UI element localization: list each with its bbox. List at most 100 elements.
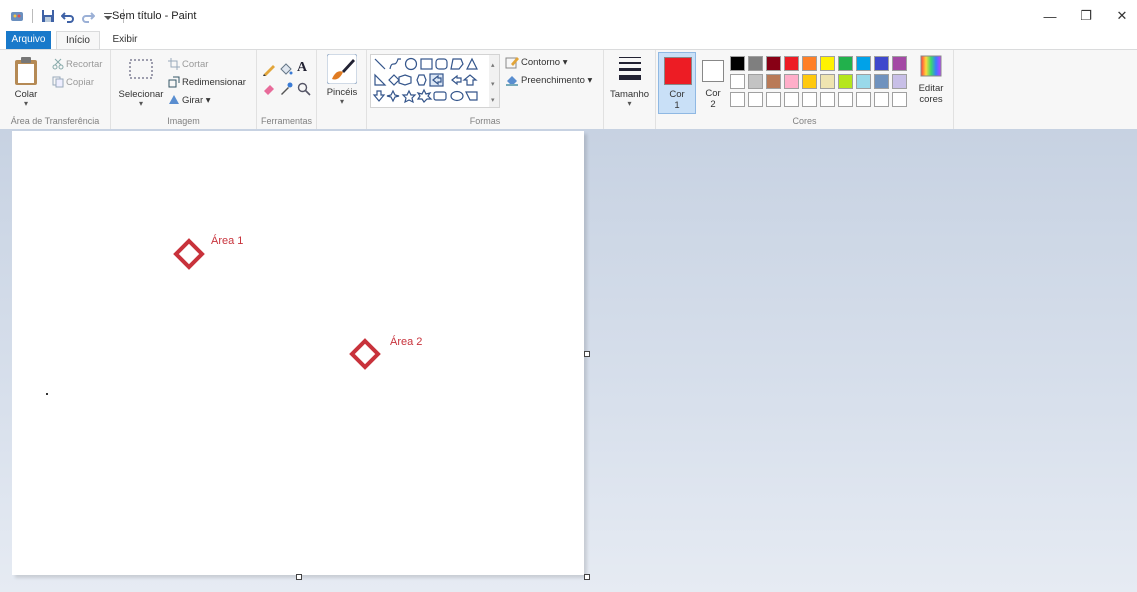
palette-color-swatch[interactable]: [748, 74, 763, 89]
edit-colors-label-1: Editar: [918, 83, 944, 94]
window-title: Sem título - Paint: [112, 10, 197, 22]
clipboard-icon: [15, 57, 37, 85]
color1-label: Cor: [669, 89, 685, 100]
palette-color-swatch[interactable]: [874, 74, 889, 89]
resize-handle-right[interactable]: [584, 351, 590, 357]
redo-icon[interactable]: [81, 9, 95, 23]
palette-empty-slot[interactable]: [856, 92, 871, 107]
ribbon-tabs: Arquivo Início Exibir ︿ ?: [0, 31, 1137, 79]
palette-color-swatch[interactable]: [730, 56, 745, 71]
paint-app-icon[interactable]: [10, 9, 24, 23]
color2-number: 2: [710, 99, 716, 110]
resize-button[interactable]: Redimensionar: [182, 77, 246, 88]
palette-empty-slot[interactable]: [892, 92, 907, 107]
scissors-icon: [52, 58, 64, 73]
color-palette: [730, 56, 910, 112]
eraser-icon[interactable]: [262, 82, 276, 99]
palette-color-swatch[interactable]: [838, 74, 853, 89]
palette-color-swatch[interactable]: [874, 56, 889, 71]
clipboard-group-label: Área de Transferência: [10, 116, 100, 126]
pencil-icon[interactable]: [262, 62, 276, 79]
palette-color-swatch[interactable]: [784, 56, 799, 71]
palette-empty-slot[interactable]: [802, 92, 817, 107]
palette-color-swatch[interactable]: [766, 74, 781, 89]
chevron-down-icon: ▾: [23, 99, 28, 108]
palette-color-swatch[interactable]: [856, 74, 871, 89]
save-icon[interactable]: [41, 9, 55, 23]
rotate-button[interactable]: Girar ▾: [182, 95, 211, 106]
tools-group-label: Ferramentas: [260, 116, 313, 126]
palette-color-swatch[interactable]: [802, 56, 817, 71]
color2-label: Cor: [705, 88, 721, 99]
palette-empty-slot[interactable]: [874, 92, 889, 107]
drawing-canvas[interactable]: [12, 131, 584, 575]
palette-empty-slot[interactable]: [748, 92, 763, 107]
select-button[interactable]: Selecionar ▾: [115, 54, 167, 110]
shapes-gallery: ▴ ▾ ▾: [370, 54, 500, 108]
palette-color-swatch[interactable]: [856, 56, 871, 71]
qat-separator: [32, 9, 33, 23]
outline-icon: [505, 55, 519, 72]
close-button[interactable]: ✕: [1104, 4, 1137, 28]
copy-icon: [52, 76, 64, 91]
color2-swatch: [702, 60, 724, 82]
palette-color-swatch[interactable]: [838, 56, 853, 71]
line-width-icon: [618, 57, 641, 80]
undo-icon[interactable]: [61, 9, 75, 23]
palette-color-swatch[interactable]: [892, 56, 907, 71]
restore-button[interactable]: ❐: [1068, 4, 1104, 28]
resize-handle-corner[interactable]: [584, 574, 590, 580]
palette-empty-slot[interactable]: [838, 92, 853, 107]
title-bar: Sem título - Paint — ❐ ✕: [0, 0, 1137, 30]
selection-icon: [129, 59, 153, 79]
size-button[interactable]: Tamanho ▾: [607, 54, 652, 114]
crop-icon: [168, 58, 180, 73]
palette-color-swatch[interactable]: [730, 74, 745, 89]
paste-button[interactable]: Colar ▾: [6, 54, 46, 110]
diamond-marker-2: [349, 338, 381, 370]
color1-swatch: [664, 57, 692, 85]
ribbon: Colar ▾ Recortar Copiar Área de Transfer…: [0, 49, 1137, 130]
outline-dropdown[interactable]: Contorno ▾: [521, 57, 568, 68]
edit-colors-label-2: cores: [919, 94, 943, 105]
tools-group: A Ferramentas: [257, 50, 317, 129]
palette-empty-slot[interactable]: [766, 92, 781, 107]
fill-dropdown[interactable]: Preenchimento ▾: [521, 75, 592, 86]
tab-file[interactable]: Arquivo: [6, 31, 51, 49]
edit-colors-button[interactable]: Editar cores: [912, 54, 950, 114]
palette-color-swatch[interactable]: [820, 56, 835, 71]
clipboard-group: Colar ▾ Recortar Copiar Área de Transfer…: [0, 50, 111, 129]
palette-color-swatch[interactable]: [820, 74, 835, 89]
fill-bucket-icon[interactable]: [279, 62, 293, 79]
tab-home[interactable]: Início: [56, 31, 100, 50]
canvas-dot: [46, 393, 48, 395]
copy-button[interactable]: Copiar: [66, 77, 94, 88]
palette-color-swatch[interactable]: [892, 74, 907, 89]
shapes-group: ▴ ▾ ▾ Contorno ▾ Preenchimento ▾ Formas: [367, 50, 604, 129]
colors-group-label: Cores: [792, 116, 817, 126]
palette-empty-slot[interactable]: [820, 92, 835, 107]
color2-button[interactable]: Cor 2: [698, 52, 732, 114]
palette-empty-slot[interactable]: [784, 92, 799, 107]
magnifier-icon[interactable]: [297, 82, 311, 99]
palette-color-swatch[interactable]: [748, 56, 763, 71]
color1-button[interactable]: Cor 1: [658, 52, 696, 114]
resize-handle-bottom[interactable]: [296, 574, 302, 580]
minimize-button[interactable]: —: [1032, 4, 1068, 28]
rotate-icon: [168, 93, 180, 108]
palette-empty-slot[interactable]: [730, 92, 745, 107]
brushes-button[interactable]: Pincéis ▾: [321, 53, 363, 110]
color1-number: 1: [674, 100, 680, 111]
text-tool-icon[interactable]: A: [297, 60, 307, 76]
resize-icon: [168, 76, 180, 91]
cut-button[interactable]: Recortar: [66, 59, 102, 70]
palette-color-swatch[interactable]: [802, 74, 817, 89]
color-picker-icon[interactable]: [279, 82, 293, 99]
palette-color-swatch[interactable]: [784, 74, 799, 89]
diamond-marker-1: [173, 238, 205, 270]
crop-button[interactable]: Cortar: [182, 59, 208, 70]
area-2-label: Área 2: [390, 336, 423, 348]
tab-view[interactable]: Exibir: [106, 31, 144, 49]
palette-color-swatch[interactable]: [766, 56, 781, 71]
colors-group: Cor 1 Cor 2 Editar cores Cores: [656, 50, 954, 129]
